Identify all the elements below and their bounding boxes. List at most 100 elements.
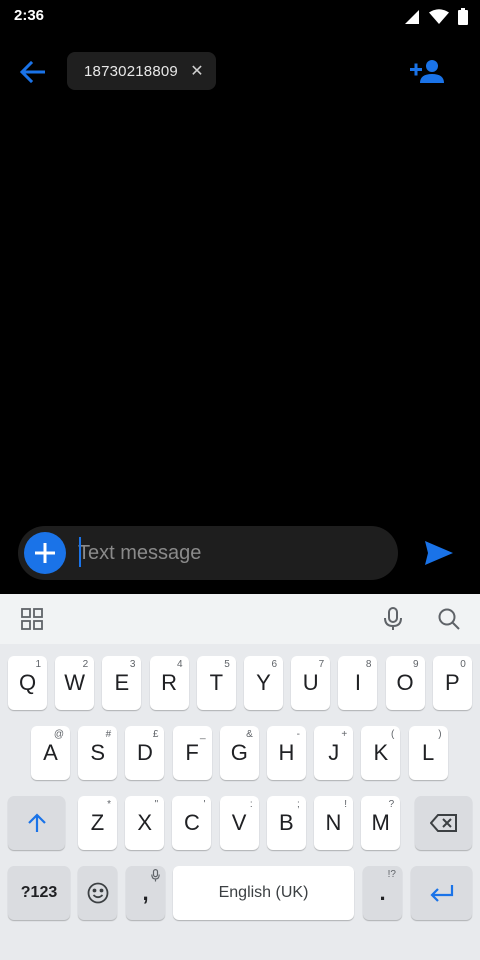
key-u[interactable]: 7U [291, 656, 331, 710]
search-icon[interactable] [434, 604, 464, 634]
key-label: C [183, 810, 200, 835]
plus-icon [35, 543, 55, 563]
key-hint: & [246, 729, 253, 740]
key-b[interactable]: ; B [266, 796, 306, 850]
cellular-signal-icon [405, 9, 419, 24]
key-label: G [230, 740, 248, 765]
back-button[interactable] [14, 56, 50, 88]
key-label: Y [256, 670, 271, 695]
wifi-icon [429, 8, 449, 24]
key-x[interactable]: " X [125, 796, 165, 850]
person-add-icon [410, 60, 444, 83]
key-e[interactable]: 3E [102, 656, 142, 710]
key-i[interactable]: 8I [338, 656, 378, 710]
key-c[interactable]: ' C [172, 796, 212, 850]
key-d[interactable]: £ D [125, 726, 165, 780]
key-z[interactable]: * Z [78, 796, 117, 850]
attach-button[interactable] [24, 532, 66, 574]
key-r[interactable]: 4R [149, 656, 189, 710]
key-hint: # [105, 729, 112, 740]
key-label: D [136, 740, 153, 765]
keyboard: 1Q2W3E4R5T6Y7U8I9O0P @ A # S £ D _ F & G - H + J(K) L … [0, 594, 480, 960]
comma-key[interactable]: , [126, 866, 165, 920]
key-hint: 9 [413, 659, 419, 670]
key-g[interactable]: & G [219, 726, 259, 780]
apps-grid-icon[interactable] [17, 604, 47, 634]
key-hint: 0 [460, 659, 466, 670]
key-p[interactable]: 0P [432, 656, 472, 710]
key-l[interactable]: ) L [408, 726, 448, 780]
enter-arrow-icon [429, 885, 453, 902]
key-label: K [373, 740, 389, 765]
shift-key[interactable] [8, 796, 65, 850]
key-label: Z [90, 810, 105, 835]
key-k[interactable]: (K [361, 726, 401, 780]
key-hint: * [107, 799, 111, 810]
key-hint: 7 [318, 659, 325, 670]
key-hint: _ [200, 729, 206, 740]
key-m[interactable]: ? M [361, 796, 401, 850]
key-label: J [328, 740, 340, 765]
key-label: F [185, 740, 199, 765]
add-contact-button[interactable] [406, 54, 448, 88]
arrow-back-icon [19, 61, 45, 83]
key-a[interactable]: @ A [31, 726, 70, 780]
emoji-icon [87, 882, 108, 904]
status-bar: 2:36 [0, 0, 480, 34]
key-hint: £ [152, 729, 159, 740]
key-label: V [231, 810, 247, 835]
key-label: W [64, 670, 86, 695]
key-label: O [396, 670, 414, 695]
key-f[interactable]: _ F [172, 726, 212, 780]
enter-key[interactable] [411, 866, 472, 920]
key-h[interactable]: -H [267, 726, 306, 780]
battery-icon [458, 8, 468, 25]
key-label: A [43, 740, 58, 765]
message-input[interactable] [78, 536, 378, 570]
compose-bar [18, 526, 398, 580]
key-hint: @ [53, 729, 64, 740]
send-button[interactable] [418, 534, 460, 572]
send-icon [425, 541, 453, 565]
status-time: 2:36 [14, 7, 45, 24]
emoji-key[interactable] [78, 866, 117, 920]
space-key[interactable]: English (UK) [173, 866, 354, 920]
symbols-key[interactable]: ?123 [8, 866, 70, 920]
key-hint: ' [203, 799, 206, 810]
period-key[interactable]: !? . [363, 866, 402, 920]
key-label: Q [18, 670, 37, 695]
microphone-icon[interactable] [378, 604, 408, 634]
key-label: S [90, 740, 106, 765]
shift-arrow-icon [27, 813, 46, 832]
key-hint: ) [438, 729, 442, 740]
key-hint: " [154, 799, 159, 810]
text-cursor [79, 537, 81, 567]
key-v[interactable]: :V [219, 796, 259, 850]
key-j[interactable]: + J [314, 726, 354, 780]
key-s[interactable]: # S [78, 726, 118, 780]
key-hint: - [296, 729, 300, 740]
key-label: B [278, 810, 294, 835]
key-label: E [114, 670, 130, 695]
backspace-key[interactable] [415, 796, 472, 850]
key-label: X [137, 810, 153, 835]
key-label: U [302, 670, 319, 695]
key-q[interactable]: 1Q [8, 656, 47, 710]
recipient-chip[interactable]: 18730218809 ✕ [67, 52, 216, 90]
key-label: I [354, 670, 361, 695]
key-o[interactable]: 9O [385, 656, 425, 710]
key-label: P [444, 670, 460, 695]
key-hint: 8 [365, 659, 372, 670]
remove-recipient-icon[interactable]: ✕ [188, 61, 206, 81]
key-label: R [161, 670, 178, 695]
key-n[interactable]: ! N [314, 796, 353, 850]
key-t[interactable]: 5T [196, 656, 236, 710]
keyboard-toolbar [0, 594, 480, 644]
comma-mic-hint-icon [151, 869, 160, 882]
backspace-icon [429, 814, 457, 832]
key-hint: + [341, 729, 348, 740]
key-label: H [278, 740, 295, 765]
key-hint: : [249, 799, 253, 810]
key-y[interactable]: 6Y [244, 656, 283, 710]
key-w[interactable]: 2W [55, 656, 95, 710]
